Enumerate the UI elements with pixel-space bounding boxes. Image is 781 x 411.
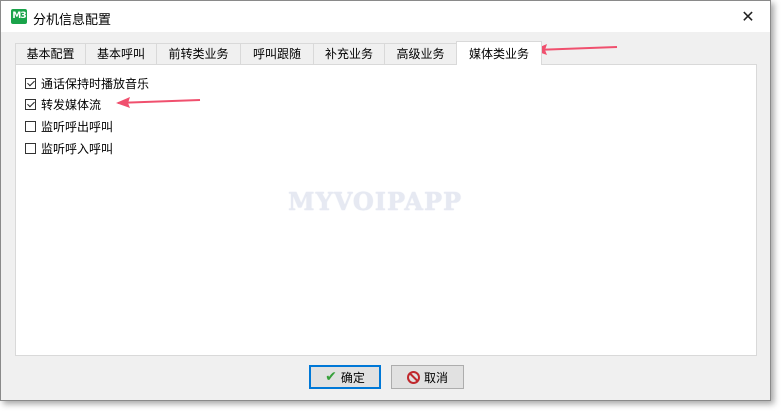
- tab-advanced[interactable]: 高级业务: [384, 43, 457, 64]
- cancel-button[interactable]: 取消: [391, 365, 464, 389]
- option-label: 监听呼出呼叫: [41, 119, 114, 134]
- annotation-arrow-icon: [533, 44, 618, 55]
- tab-media[interactable]: 媒体类业务: [456, 41, 542, 65]
- option-label: 通话保持时播放音乐: [41, 76, 150, 91]
- tab-basic-config[interactable]: 基本配置: [15, 43, 86, 64]
- option-forward-media[interactable]: 转发媒体流: [25, 95, 101, 113]
- close-icon[interactable]: ✕: [726, 1, 770, 32]
- tab-supplementary[interactable]: 补充业务: [313, 43, 385, 64]
- checkmark-icon: ✔: [325, 369, 337, 385]
- option-monitor-outgoing[interactable]: 监听呼出呼叫: [25, 117, 113, 135]
- checkbox[interactable]: [25, 120, 36, 132]
- option-label: 转发媒体流: [41, 97, 102, 112]
- checkbox[interactable]: [25, 142, 36, 154]
- tab-basic-call[interactable]: 基本呼叫: [85, 43, 157, 64]
- ok-label: 确定: [340, 370, 365, 385]
- watermark: MYVOIPAPP: [288, 187, 463, 216]
- option-hold-music[interactable]: 通话保持时播放音乐: [25, 74, 149, 92]
- title-bar: M3 分机信息配置 ✕: [1, 1, 770, 33]
- cancel-label: 取消: [423, 370, 448, 385]
- dialog-window: M3 分机信息配置 ✕ 基本配置 基本呼叫 前转类业务 呼叫跟随 补充业务 高级…: [0, 0, 771, 401]
- tab-forwarding[interactable]: 前转类业务: [156, 43, 241, 64]
- ok-button[interactable]: ✔ 确定: [309, 365, 381, 389]
- option-monitor-incoming[interactable]: 监听呼入呼叫: [25, 139, 113, 157]
- checkbox[interactable]: [25, 77, 36, 89]
- checkbox[interactable]: [25, 98, 36, 110]
- app-logo-icon: M3: [11, 9, 27, 24]
- annotation-arrow-icon: [116, 97, 201, 108]
- tab-call-follow[interactable]: 呼叫跟随: [240, 43, 314, 64]
- window-title: 分机信息配置: [33, 13, 112, 28]
- option-label: 监听呼入呼叫: [41, 141, 114, 156]
- prohibit-icon: [406, 370, 420, 384]
